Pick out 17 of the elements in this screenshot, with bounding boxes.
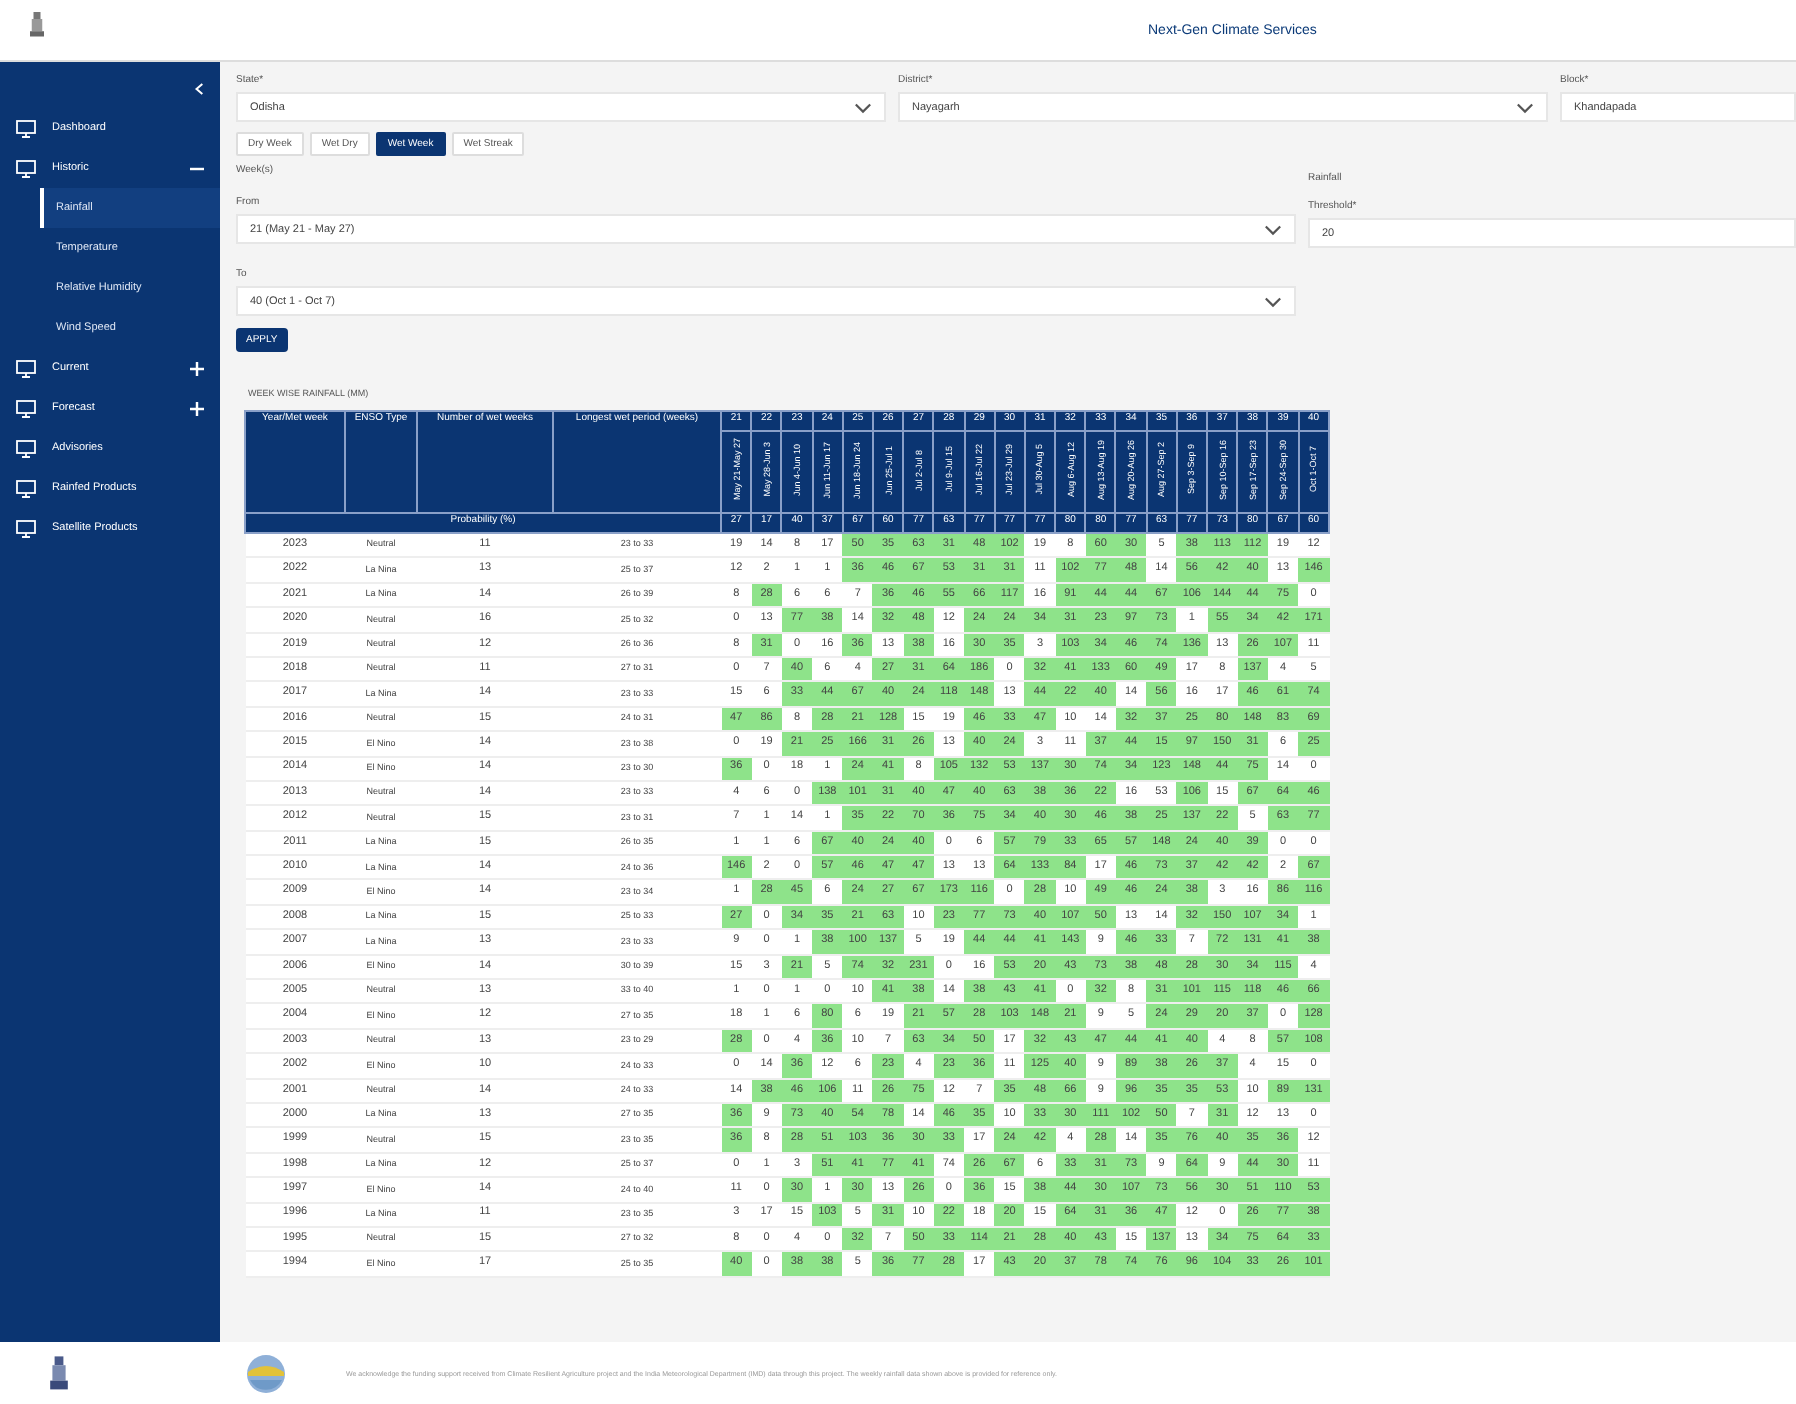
plus-icon[interactable] (190, 361, 204, 375)
chevron-down-icon[interactable] (854, 101, 872, 113)
plus-icon[interactable] (190, 401, 204, 415)
monitor-icon (16, 399, 36, 417)
monitor-icon (16, 479, 36, 497)
emblem-icon (48, 1356, 70, 1392)
chevron-down-icon[interactable] (1264, 295, 1282, 307)
monitor-icon (16, 159, 36, 177)
chevron-down-icon[interactable] (1264, 223, 1282, 235)
monitor-icon (16, 119, 36, 137)
monitor-icon (16, 359, 36, 377)
chevron-down-icon[interactable] (1516, 101, 1534, 113)
monitor-icon (16, 439, 36, 457)
monitor-icon (16, 519, 36, 537)
emblem-icon (28, 11, 46, 39)
seal-icon (246, 1354, 286, 1394)
collapse-icon[interactable] (194, 82, 204, 96)
